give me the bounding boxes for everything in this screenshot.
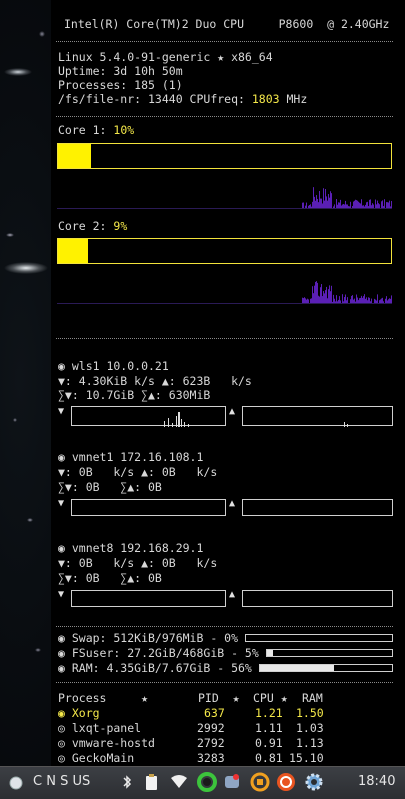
core1-history-graph	[57, 178, 392, 209]
wls1-interface: ◉ wls1 10.0.0.21	[58, 359, 169, 373]
download-arrow-icon: ▼	[58, 589, 65, 600]
download-arrow-icon: ▼	[58, 498, 65, 509]
core2-usage-bar	[57, 238, 392, 264]
process-pid: 637	[204, 706, 225, 720]
process-pid: 2792	[197, 736, 225, 750]
ram-usage-bar	[259, 664, 393, 672]
core2-label: Core 2: 9%	[58, 219, 128, 233]
wls1-total: ∑▼: 10.7GiB ∑▲: 630MiB	[58, 388, 211, 402]
process-ram: 1.13	[296, 736, 324, 750]
uptime: Uptime: 3d 10h 50m	[58, 64, 183, 78]
process-ram: 1.50	[296, 706, 324, 720]
vmnet1-rate: ▼: 0B k/s ▲: 0B k/s	[58, 465, 218, 479]
fsuser-usage-fill	[267, 650, 274, 656]
process-name: ◎ lxqt-panel	[58, 721, 142, 735]
separator	[56, 338, 393, 339]
core2-history-graph	[57, 273, 392, 304]
clock[interactable]: 18:40	[358, 774, 395, 789]
process-cpu: 0.81	[255, 751, 283, 765]
vmnet8-download-graph	[71, 590, 226, 607]
wifi-icon[interactable]	[170, 773, 188, 791]
core1-usage-fill	[58, 144, 92, 168]
vmnet1-interface: ◉ vmnet1 172.16.108.1	[58, 450, 204, 464]
separator	[56, 626, 393, 627]
wls1-download-graph	[71, 406, 226, 427]
vmnet8-rate: ▼: 0B k/s ▲: 0B k/s	[58, 556, 218, 570]
header-process: Process ★	[58, 691, 149, 705]
wls1-rate: ▼: 4.30KiB k/s ▲: 623B k/s	[58, 374, 252, 388]
vmnet8-total: ∑▼: 0B ∑▲: 0B	[58, 571, 162, 585]
fsuser-usage-bar	[266, 649, 393, 657]
messenger-icon[interactable]	[223, 773, 241, 791]
download-arrow-icon: ▼	[58, 406, 65, 417]
separator	[56, 682, 393, 683]
kernel-info: Linux 5.4.0-91-generic ★ x86_64	[58, 50, 273, 64]
header-pid: PID ★	[198, 691, 240, 705]
taskbar: C N S US 18:40	[0, 766, 405, 799]
ram-usage-fill	[260, 665, 334, 671]
clipboard-icon[interactable]	[143, 773, 161, 791]
swap-usage-text: ◉ Swap: 512KiB/976MiB - 0%	[58, 631, 239, 645]
filenr-cpufreq: /fs/file-nr: 13440 CPUfreq: 1803 MHz	[58, 92, 308, 106]
cpu-model-header: Intel(R) Core(TM)2 Duo CPU P8600 @ 2.40G…	[64, 17, 390, 31]
process-pid: 2992	[197, 721, 225, 735]
processes-count: Processes: 185 (1)	[58, 78, 183, 92]
separator	[56, 116, 393, 117]
header-cpu: CPU ★	[253, 691, 288, 705]
process-ram: 15.10	[289, 751, 324, 765]
vmnet1-total: ∑▼: 0B ∑▲: 0B	[58, 480, 162, 494]
wls1-upload-graph	[242, 406, 393, 427]
process-name: ◎ GeckoMain	[58, 751, 135, 765]
process-name: ◎ vmware-hostd	[58, 736, 155, 750]
update-icon[interactable]	[276, 772, 296, 792]
core1-usage-bar	[57, 143, 392, 169]
vmnet1-download-graph	[71, 499, 226, 516]
core1-label: Core 1: 10%	[58, 123, 135, 137]
process-cpu: 1.11	[255, 721, 283, 735]
process-cpu: 0.91	[255, 736, 283, 750]
keyboard-indicator[interactable]: C N S US	[33, 774, 90, 789]
bluetooth-icon[interactable]	[118, 773, 136, 791]
menu-circle-icon[interactable]	[8, 775, 24, 791]
header-ram: RAM	[302, 691, 323, 705]
upload-arrow-icon: ▲	[229, 589, 236, 600]
upload-arrow-icon: ▲	[229, 498, 236, 509]
settings-gear-icon[interactable]	[304, 772, 324, 792]
process-ram: 1.03	[296, 721, 324, 735]
process-name: ◉ Xorg	[58, 706, 100, 720]
fsuser-usage-text: ◉ FSuser: 27.2GiB/468GiB - 5%	[58, 646, 259, 660]
swap-usage-bar	[245, 634, 393, 642]
cpufreq-value: 1803	[251, 92, 280, 106]
ram-usage-text: ◉ RAM: 4.35GiB/7.67GiB - 56%	[58, 661, 252, 675]
process-pid: 3283	[197, 751, 225, 765]
vmnet1-upload-graph	[242, 499, 393, 516]
vmnet8-interface: ◉ vmnet8 192.168.29.1	[58, 541, 204, 555]
process-cpu: 1.21	[255, 706, 283, 720]
vmnet8-upload-graph	[242, 590, 393, 607]
core2-usage-fill	[58, 239, 88, 263]
upload-arrow-icon: ▲	[229, 406, 236, 417]
sync-icon[interactable]	[250, 772, 270, 792]
green-ring-icon[interactable]	[196, 771, 218, 793]
separator	[56, 41, 393, 42]
